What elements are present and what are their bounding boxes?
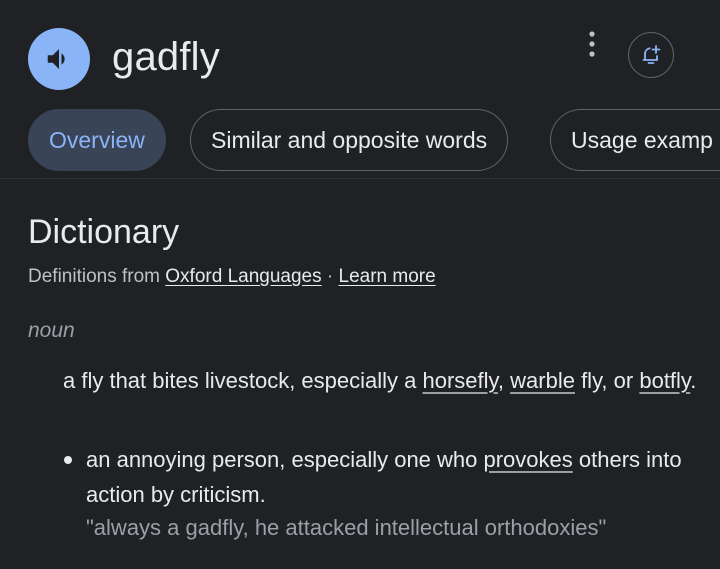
definition-text: fly, or — [574, 368, 640, 393]
definition-source: Definitions from Oxford Languages · Lear… — [28, 264, 436, 290]
xref-botfly[interactable]: botfly — [639, 368, 690, 393]
definition-text: . — [690, 368, 697, 393]
more-options-button[interactable] — [578, 28, 606, 60]
learn-more-link[interactable]: Learn more — [339, 266, 436, 287]
xref-provokes[interactable]: provokes — [484, 447, 573, 472]
tab-usage-examples[interactable]: Usage examp — [550, 109, 720, 171]
tab-similar-opposite-words[interactable]: Similar and opposite words — [190, 109, 509, 171]
bell-plus-icon — [642, 45, 661, 64]
source-prefix: Definitions from — [28, 266, 166, 287]
definition-text: an annoying person, especially one who — [86, 447, 484, 472]
definition-2: an annoying person, especially one who p… — [86, 442, 716, 512]
definition-text: a fly that bites livestock, especially a — [63, 368, 423, 393]
tabs-divider — [0, 178, 720, 179]
headword: gadfly — [112, 35, 220, 79]
xref-horsefly[interactable]: horsefly — [423, 368, 498, 393]
usage-example: "always a gadfly, he attacked intellectu… — [86, 515, 607, 540]
tab-overview[interactable]: Overview — [28, 109, 166, 171]
source-separator: · — [321, 266, 339, 287]
oxford-languages-link[interactable]: Oxford Languages — [165, 266, 321, 287]
part-of-speech: noun — [28, 319, 75, 342]
word-header: gadfly — [0, 0, 720, 108]
pronunciation-button[interactable] — [28, 28, 90, 90]
definition-text: , — [497, 368, 511, 393]
definition-1: a fly that bites livestock, especially a… — [63, 364, 703, 398]
result-tabs: Overview Similar and opposite words Usag… — [0, 108, 720, 174]
more-vert-icon — [589, 31, 595, 57]
xref-warble[interactable]: warble — [510, 368, 575, 393]
definition-bullet — [64, 456, 72, 464]
section-title: Dictionary — [28, 213, 180, 251]
alert-button[interactable] — [628, 32, 674, 78]
volume-up-icon — [47, 49, 65, 69]
